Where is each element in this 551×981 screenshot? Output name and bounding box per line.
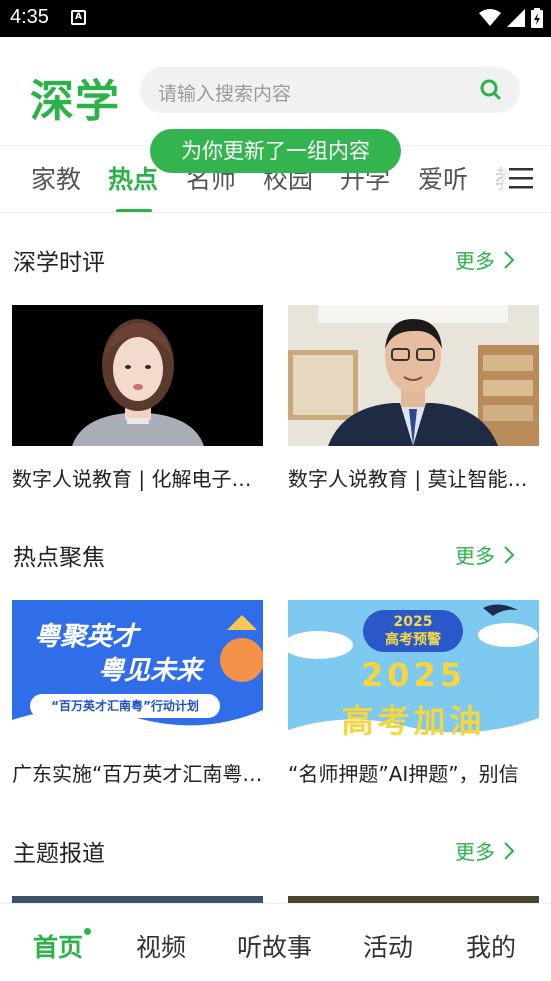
notification-dot bbox=[84, 928, 91, 935]
woman-thumbnail bbox=[12, 305, 263, 446]
nav-home[interactable]: 首页 bbox=[33, 928, 83, 964]
active-tab-indicator bbox=[116, 209, 152, 212]
chevron-right-icon bbox=[504, 545, 515, 564]
card-image-yuejuyingcai[interactable]: 粤聚英才 粤见未来 “百万英才汇南粤”行动计划 bbox=[12, 600, 263, 741]
app-logo: 深学 bbox=[30, 76, 120, 127]
banner-pill: “百万英才汇南粤”行动计划 bbox=[30, 694, 220, 718]
more-label: 更多 bbox=[455, 249, 495, 273]
status-time: 4:35 bbox=[10, 6, 49, 28]
gaokao-slogan: 高考加油 bbox=[341, 702, 486, 740]
battery-icon bbox=[531, 8, 543, 28]
card-image-digital-woman[interactable] bbox=[12, 305, 263, 446]
search-input[interactable]: 请输入搜索内容 bbox=[140, 67, 520, 113]
badge-year: 2025 bbox=[393, 614, 433, 630]
more-label: 更多 bbox=[455, 544, 495, 568]
nav-stories[interactable]: 听故事 bbox=[237, 928, 312, 964]
menu-icon[interactable] bbox=[509, 165, 533, 191]
card-title[interactable]: “名师押题”AI押题”，别信 bbox=[288, 758, 539, 787]
section-title-shenxue-shiping: 深学时评 bbox=[13, 250, 105, 276]
section-title-redian-jujiao: 热点聚焦 bbox=[13, 545, 105, 571]
banner-line1: 粤聚英才 bbox=[34, 622, 139, 652]
more-link-section2[interactable]: 更多 bbox=[455, 540, 515, 569]
search-placeholder: 请输入搜索内容 bbox=[158, 83, 292, 105]
card-title[interactable]: 广东实施“百万英才汇南粤”行动计划 bbox=[12, 758, 263, 787]
badge-text: 高考预警 bbox=[385, 632, 441, 648]
update-toast: 为你更新了一组内容 bbox=[150, 129, 401, 173]
card-title[interactable]: 数字人说教育 | 莫让智能工具 bbox=[288, 463, 539, 492]
more-link-section3[interactable]: 更多 bbox=[455, 836, 515, 865]
signal-icon bbox=[507, 9, 525, 27]
notification-icon: A bbox=[71, 10, 86, 25]
status-bar: 4:35 A bbox=[0, 0, 551, 37]
banner-line2: 粤见未来 bbox=[98, 656, 203, 686]
tabs-fade bbox=[470, 146, 510, 211]
nav-profile[interactable]: 我的 bbox=[466, 928, 516, 964]
tab-redian[interactable]: 热点 bbox=[108, 160, 158, 196]
bottom-navigation: 首页 视频 听故事 活动 我的 bbox=[0, 903, 551, 981]
tab-jiajiao[interactable]: 家教 bbox=[31, 160, 81, 196]
section-title-zhuti-baodao: 主题报道 bbox=[13, 841, 105, 867]
search-icon[interactable] bbox=[480, 79, 502, 101]
chevron-right-icon bbox=[504, 250, 515, 269]
gaokao-year: 2025 bbox=[360, 656, 467, 694]
nav-activity[interactable]: 活动 bbox=[363, 928, 413, 964]
chevron-right-icon bbox=[504, 841, 515, 860]
system-icons bbox=[479, 8, 543, 28]
nav-video[interactable]: 视频 bbox=[136, 928, 186, 964]
man-thumbnail bbox=[288, 305, 539, 446]
more-link-section1[interactable]: 更多 bbox=[455, 245, 515, 274]
tab-aiting[interactable]: 爱听 bbox=[418, 160, 468, 196]
card-title[interactable]: 数字人说教育 | 化解电子产品依赖 bbox=[12, 463, 263, 492]
card-image-gaokao-jiayou[interactable]: 2025 高考预警 2025 高考加油 bbox=[288, 600, 539, 741]
wifi-icon bbox=[479, 9, 501, 26]
gaokao-badge: 2025 高考预警 bbox=[363, 610, 463, 652]
card-image-digital-man[interactable] bbox=[288, 305, 539, 446]
more-label: 更多 bbox=[455, 840, 495, 864]
